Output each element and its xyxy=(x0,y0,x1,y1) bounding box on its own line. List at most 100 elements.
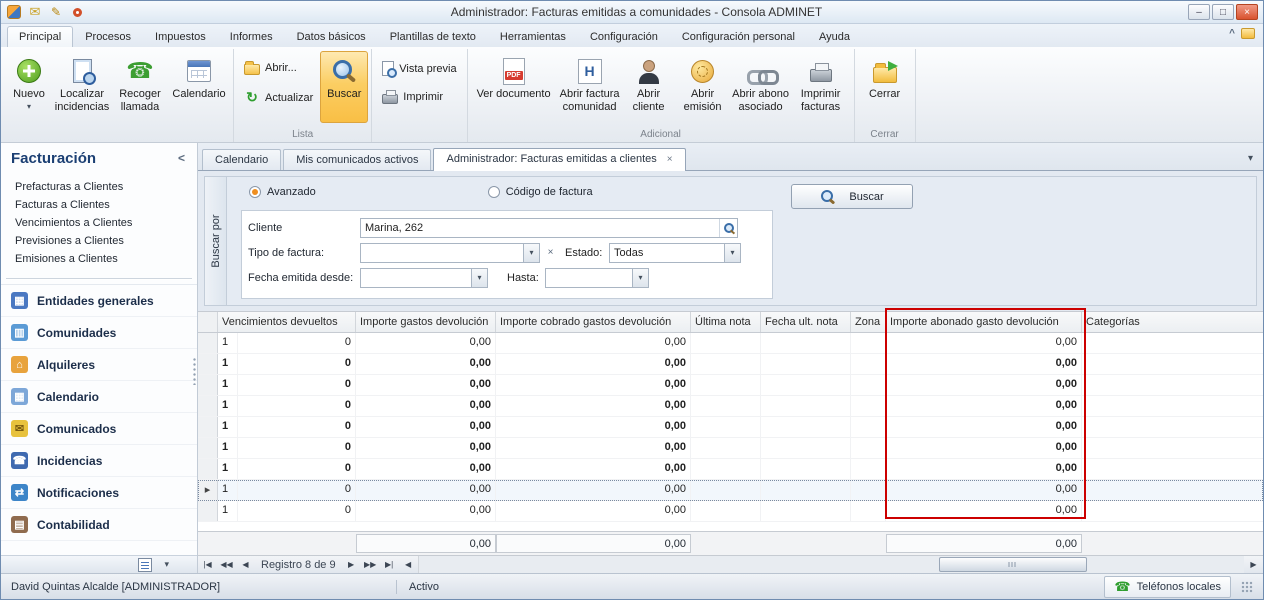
sidebar-resize-grip[interactable] xyxy=(193,357,196,385)
doc-tab-calendario[interactable]: Calendario xyxy=(202,149,281,170)
cell-count[interactable]: 1 xyxy=(218,417,238,437)
calendario-button[interactable]: Calendario xyxy=(168,51,230,123)
sidebar-group-entidades-generales[interactable]: ▦ Entidades generales xyxy=(1,285,197,317)
ribbon-corner-folder-icon[interactable] xyxy=(1241,28,1255,39)
cliente-lookup-button[interactable] xyxy=(719,219,737,237)
chevron-down-icon[interactable]: ▾ xyxy=(471,269,487,287)
minimize-button[interactable]: – xyxy=(1188,4,1210,20)
cell-fecha-ult-nota[interactable] xyxy=(761,396,851,416)
cell-zona[interactable] xyxy=(851,333,886,353)
scroll-left-button[interactable]: ◀ xyxy=(399,560,418,569)
cell-importe-gastos[interactable]: 0,00 xyxy=(356,438,496,458)
cell-importe-gastos[interactable]: 0,00 xyxy=(356,417,496,437)
resize-grip[interactable] xyxy=(1241,581,1253,593)
nav-first-button[interactable]: |◀ xyxy=(198,560,217,569)
cell-importe-abonado[interactable]: 0,00 xyxy=(886,459,1082,479)
abrir-factura-comunidad-button[interactable]: H Abrir factura comunidad xyxy=(557,51,623,123)
nav-prev-button[interactable]: ◀ xyxy=(236,560,255,569)
cerrar-button[interactable]: Cerrar xyxy=(858,51,912,123)
cell-fecha-ult-nota[interactable] xyxy=(761,354,851,374)
cell-fecha-ult-nota[interactable] xyxy=(761,480,851,500)
cell-importe-gastos[interactable]: 0,00 xyxy=(356,333,496,353)
column-header-importe-gastos[interactable]: Importe gastos devolución xyxy=(356,312,496,332)
cell-zona[interactable] xyxy=(851,501,886,521)
cell-ultima-nota[interactable] xyxy=(691,417,761,437)
row-indicator[interactable] xyxy=(198,375,218,395)
cell-fecha-ult-nota[interactable] xyxy=(761,501,851,521)
ver-documento-button[interactable]: PDF Ver documento xyxy=(471,51,557,123)
cell-ultima-nota[interactable] xyxy=(691,396,761,416)
sidebar-group-comunicados[interactable]: ✉ Comunicados xyxy=(1,413,197,445)
cell-count[interactable]: 1 xyxy=(218,459,238,479)
buscar-button[interactable]: Buscar xyxy=(320,51,368,123)
column-header-categorias[interactable]: Categorías xyxy=(1082,312,1263,332)
cell-categorias[interactable] xyxy=(1082,501,1263,521)
cell-vencimientos[interactable]: 0 xyxy=(238,417,356,437)
ribbon-tab-configuracion[interactable]: Configuración xyxy=(578,26,670,47)
cell-importe-gastos[interactable]: 0,00 xyxy=(356,354,496,374)
vista-previa-button[interactable]: Vista previa xyxy=(377,59,461,78)
cell-count[interactable]: 1 xyxy=(218,501,238,521)
doc-tab-facturas-emitidas[interactable]: Administrador: Facturas emitidas a clien… xyxy=(433,148,685,171)
cell-zona[interactable] xyxy=(851,459,886,479)
ribbon-tab-procesos[interactable]: Procesos xyxy=(73,26,143,47)
cell-categorias[interactable] xyxy=(1082,333,1263,353)
cell-fecha-ult-nota[interactable] xyxy=(761,333,851,353)
cell-fecha-ult-nota[interactable] xyxy=(761,438,851,458)
row-indicator[interactable] xyxy=(198,417,218,437)
cell-importe-cobrado[interactable]: 0,00 xyxy=(496,459,691,479)
sidebar-item-emisiones[interactable]: Emisiones a Clientes xyxy=(1,250,197,268)
column-header-importe-cobrado[interactable]: Importe cobrado gastos devolución xyxy=(496,312,691,332)
recoger-llamada-button[interactable]: ☎ Recoger llamada xyxy=(112,51,168,123)
cell-importe-gastos[interactable]: 0,00 xyxy=(356,396,496,416)
sidebar-group-incidencias[interactable]: ☎ Incidencias xyxy=(1,445,197,477)
row-indicator[interactable] xyxy=(198,333,218,353)
table-row[interactable]: 100,000,000,00 xyxy=(198,333,1263,354)
cell-ultima-nota[interactable] xyxy=(691,438,761,458)
row-indicator[interactable] xyxy=(198,501,218,521)
ribbon-tab-informes[interactable]: Informes xyxy=(218,26,285,47)
row-indicator[interactable] xyxy=(198,354,218,374)
cell-fecha-ult-nota[interactable] xyxy=(761,417,851,437)
sidebar-group-comunidades[interactable]: ▥ Comunidades xyxy=(1,317,197,349)
cell-count[interactable]: 1 xyxy=(218,438,238,458)
cell-ultima-nota[interactable] xyxy=(691,480,761,500)
fecha-desde-select[interactable]: ▾ xyxy=(360,268,488,288)
cell-vencimientos[interactable]: 0 xyxy=(238,459,356,479)
ribbon-tab-herramientas[interactable]: Herramientas xyxy=(488,26,578,47)
cell-importe-cobrado[interactable]: 0,00 xyxy=(496,375,691,395)
imprimir-button[interactable]: Imprimir xyxy=(377,88,461,106)
cell-importe-abonado[interactable]: 0,00 xyxy=(886,480,1082,500)
scrollbar-thumb[interactable] xyxy=(939,557,1088,572)
scroll-right-button[interactable]: ▶ xyxy=(1244,560,1263,569)
cell-zona[interactable] xyxy=(851,480,886,500)
row-indicator[interactable] xyxy=(198,396,218,416)
row-indicator[interactable] xyxy=(198,438,218,458)
app-icon[interactable] xyxy=(6,4,22,20)
column-header-importe-abonado[interactable]: Importe abonado gasto devolución xyxy=(886,312,1082,332)
cell-ultima-nota[interactable] xyxy=(691,501,761,521)
local-phones-button[interactable]: ☎ Teléfonos locales xyxy=(1104,576,1231,598)
table-row[interactable]: 100,000,000,00 xyxy=(198,375,1263,396)
table-row[interactable]: 100,000,000,00 xyxy=(198,396,1263,417)
cell-ultima-nota[interactable] xyxy=(691,375,761,395)
cell-importe-cobrado[interactable]: 0,00 xyxy=(496,480,691,500)
cell-categorias[interactable] xyxy=(1082,354,1263,374)
nav-next-page-button[interactable]: ▶▶ xyxy=(361,560,380,569)
nav-last-button[interactable]: ▶| xyxy=(380,560,399,569)
sidebar-item-prefacturas[interactable]: Prefacturas a Clientes xyxy=(1,178,197,196)
ribbon-tab-ayuda[interactable]: Ayuda xyxy=(807,26,862,47)
cell-categorias[interactable] xyxy=(1082,438,1263,458)
fecha-hasta-select[interactable]: ▾ xyxy=(545,268,649,288)
ribbon-tab-configuracion-personal[interactable]: Configuración personal xyxy=(670,26,807,47)
row-indicator[interactable]: ▸ xyxy=(198,480,218,500)
nav-next-button[interactable]: ▶ xyxy=(342,560,361,569)
cell-importe-cobrado[interactable]: 0,00 xyxy=(496,438,691,458)
table-row[interactable]: 100,000,000,00 xyxy=(198,459,1263,480)
column-header-zona[interactable]: Zona xyxy=(851,312,886,332)
radio-avanzado[interactable]: Avanzado xyxy=(249,186,316,198)
column-header-ultima-nota[interactable]: Última nota xyxy=(691,312,761,332)
cell-vencimientos[interactable]: 0 xyxy=(238,501,356,521)
estado-select[interactable]: Todas ▾ xyxy=(609,243,741,263)
sidebar-group-calendario[interactable]: ▦ Calendario xyxy=(1,381,197,413)
